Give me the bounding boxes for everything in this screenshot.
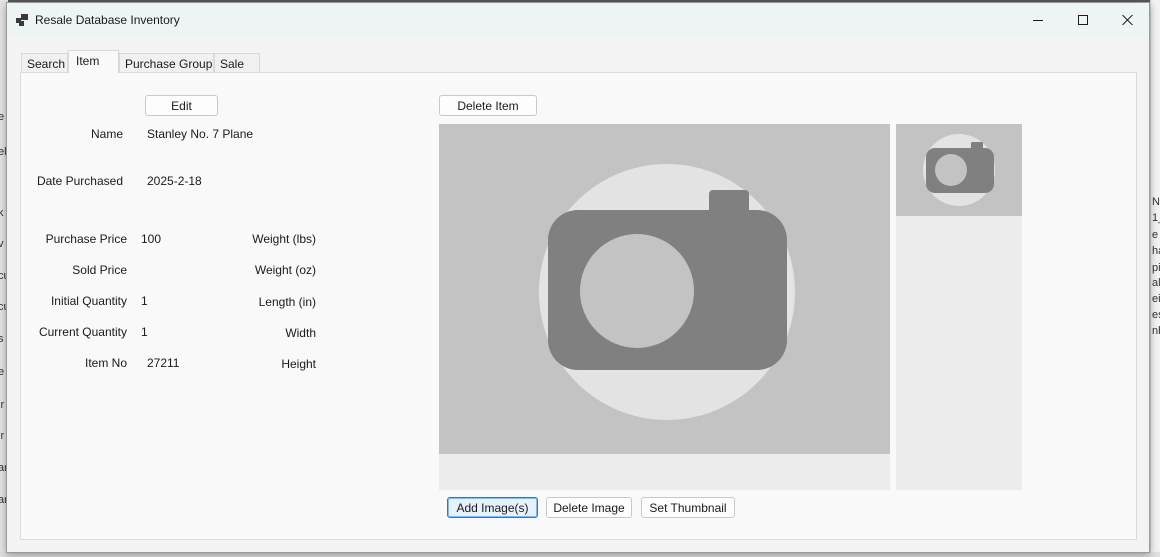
thumbnail-camera-icon [923, 134, 995, 206]
close-icon [1122, 14, 1134, 26]
background-text-fragment: ir [0, 399, 5, 411]
purchase-price-value: 100 [141, 232, 162, 246]
minimize-icon [1033, 19, 1043, 21]
current-quantity-value: 1 [141, 325, 148, 339]
background-text-fragment: 1_ [1152, 212, 1160, 224]
date-purchased-value: 2025-2-18 [147, 174, 202, 188]
tab-sale[interactable]: Sale [214, 53, 260, 73]
width-label: Width [285, 326, 316, 340]
current-quantity-label: Current Quantity [38, 325, 127, 339]
initial-quantity-value: 1 [141, 294, 148, 308]
add-images-button[interactable]: Add Image(s) [447, 497, 538, 518]
delete-image-button[interactable]: Delete Image [546, 497, 632, 518]
background-text-fragment: e [1152, 229, 1159, 241]
background-text-fragment: alc [1152, 277, 1160, 289]
maximize-icon [1078, 15, 1088, 25]
background-text-fragment: pi [1152, 262, 1160, 274]
name-label: Name [90, 127, 123, 141]
background-text-fragment: ei [1152, 293, 1160, 305]
thumbnail-image[interactable] [896, 124, 1022, 216]
height-label: Height [281, 357, 316, 371]
background-text-fragment: ha [1152, 245, 1160, 257]
app-icon [16, 14, 28, 26]
item-panel: Edit Delete Item Name Stanley No. 7 Plan… [20, 72, 1137, 540]
tab-item[interactable]: Item [68, 50, 119, 73]
item-no-value: 27211 [147, 356, 180, 370]
background-text-fragment: nb [1152, 325, 1160, 337]
purchase-price-label: Purchase Price [45, 232, 127, 246]
minimize-button[interactable] [1015, 3, 1061, 37]
main-image-viewer[interactable] [439, 124, 890, 454]
background-text-fragment: v [0, 238, 4, 250]
date-purchased-label: Date Purchased [36, 174, 123, 188]
image-viewer-footer [439, 454, 890, 490]
initial-quantity-label: Initial Quantity [50, 294, 127, 308]
set-thumbnail-button[interactable]: Set Thumbnail [641, 497, 735, 518]
background-app-edge-right: Na 1_e ha pi alc ei es nb [1150, 0, 1160, 557]
sold-price-label: Sold Price [72, 263, 127, 277]
background-text-fragment: e [0, 366, 5, 378]
length-in-label: Length (in) [258, 295, 316, 309]
edit-button[interactable]: Edit [145, 95, 218, 116]
background-text-fragment: e [0, 111, 5, 123]
window-title: Resale Database Inventory [35, 13, 180, 27]
title-bar[interactable]: Resale Database Inventory [7, 3, 1149, 37]
maximize-button[interactable] [1060, 3, 1106, 37]
camera-placeholder-icon [539, 164, 795, 420]
close-button[interactable] [1105, 3, 1151, 37]
background-text-fragment: ir [0, 430, 5, 442]
delete-item-button[interactable]: Delete Item [439, 95, 537, 116]
background-text-fragment: es [1152, 309, 1160, 321]
weight-oz-label: Weight (oz) [254, 263, 316, 277]
name-value: Stanley No. 7 Plane [147, 127, 254, 141]
app-window: Resale Database Inventory Search Item Pu… [6, 2, 1150, 553]
background-text-fragment: k [0, 207, 4, 219]
tab-purchase-group[interactable]: Purchase Group [119, 53, 214, 73]
tab-search[interactable]: Search [21, 53, 68, 73]
background-text-fragment: Na [1152, 196, 1160, 208]
background-text-fragment: s [0, 333, 4, 345]
weight-lbs-label: Weight (lbs) [252, 232, 316, 246]
item-no-label: Item No [84, 356, 127, 370]
